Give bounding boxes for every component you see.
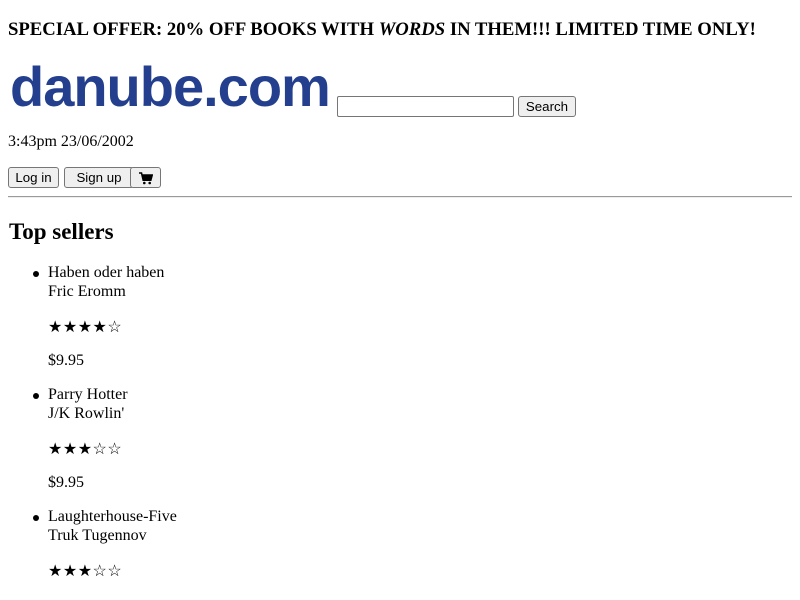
book-author: Fric Eromm	[48, 282, 126, 300]
cart-icon	[138, 172, 153, 185]
book-rating: ★★★☆☆	[48, 563, 123, 580]
book-title[interactable]: Haben oder haben	[48, 264, 408, 283]
promo-prefix: SPECIAL OFFER: 20% OFF BOOKS WITH	[8, 19, 379, 40]
book-item: Haben oder haben Fric Eromm ★★★★☆ $9.95	[8, 264, 408, 370]
promo-suffix: IN THEM!!! LIMITED TIME ONLY!	[445, 19, 756, 40]
signup-button[interactable]: Sign up	[64, 167, 134, 188]
search-input[interactable]	[337, 96, 514, 117]
timestamp: 3:43pm 23/06/2002	[8, 133, 134, 150]
book-author: Truk Tugennov	[48, 526, 147, 544]
book-item: Parry Hotter J/K Rowlin' ★★★☆☆ $9.95	[8, 386, 408, 492]
book-item: Laughterhouse-Five Truk Tugennov ★★★☆☆	[8, 508, 408, 581]
book-rating: ★★★☆☆	[48, 441, 123, 458]
promo-banner: SPECIAL OFFER: 20% OFF BOOKS WITH WORDS …	[8, 19, 756, 41]
promo-emphasis: WORDS	[378, 19, 446, 40]
book-price: $9.95	[48, 474, 84, 491]
book-price: $9.95	[48, 352, 84, 369]
book-title[interactable]: Laughterhouse-Five	[48, 508, 408, 527]
book-author: J/K Rowlin'	[48, 404, 125, 422]
login-button[interactable]: Log in	[8, 167, 59, 188]
site-logo[interactable]: danube.com	[10, 55, 331, 119]
book-list: Haben oder haben Fric Eromm ★★★★☆ $9.95 …	[8, 264, 408, 597]
book-rating: ★★★★☆	[48, 319, 123, 336]
search-button[interactable]: Search	[518, 96, 576, 117]
section-title: Top sellers	[9, 219, 114, 244]
book-title[interactable]: Parry Hotter	[48, 386, 408, 405]
cart-button[interactable]	[130, 167, 161, 188]
header-divider	[8, 196, 792, 198]
